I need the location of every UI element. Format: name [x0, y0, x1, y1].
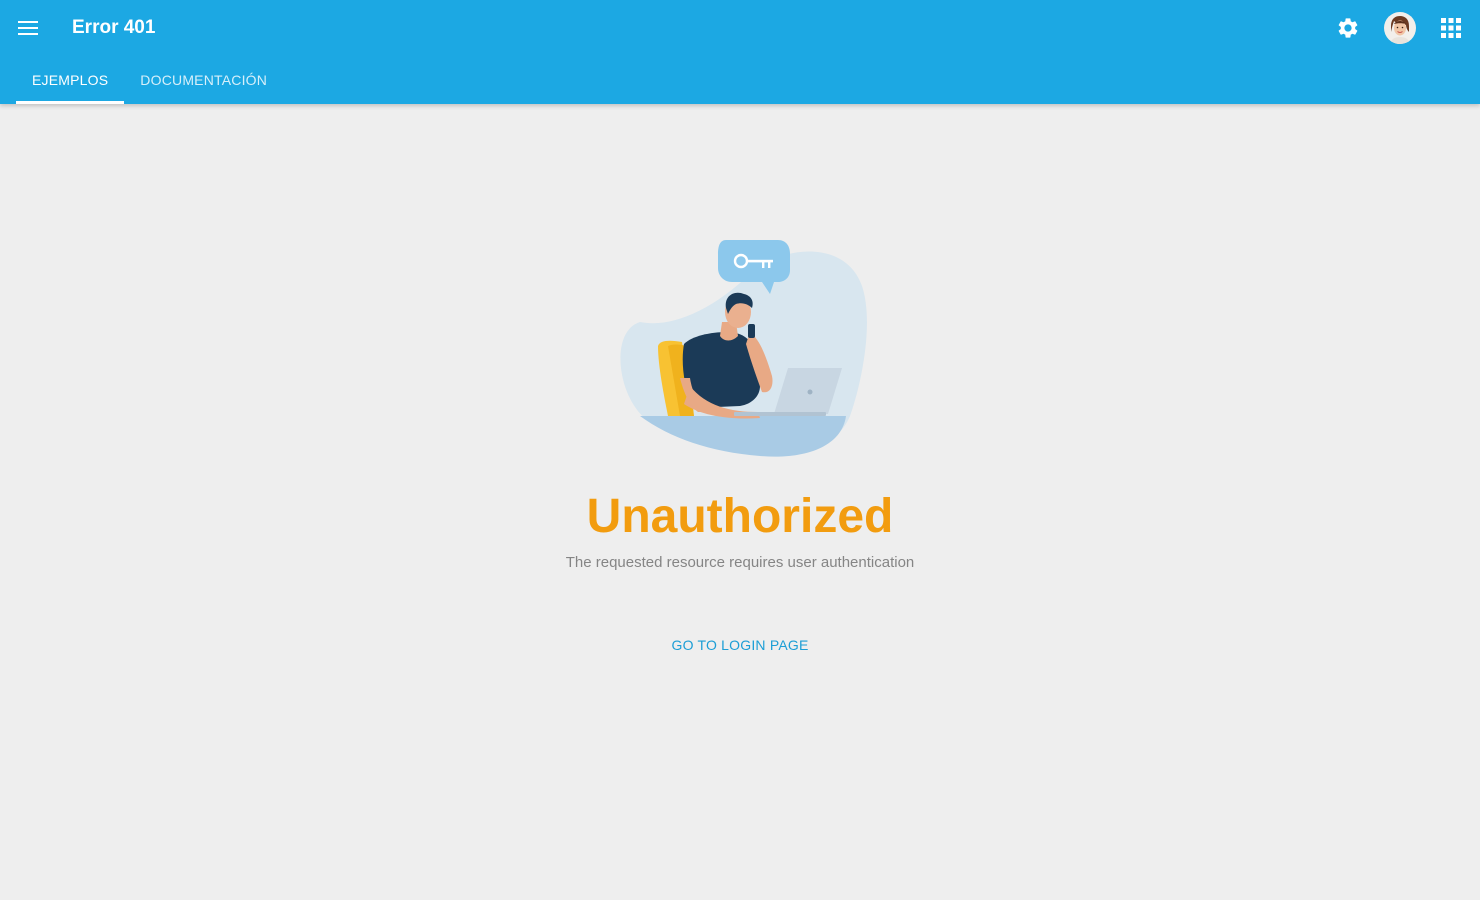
- app-bar: Error 401 EJEMPLOS DOCUMENTACIÓN: [0, 0, 1480, 104]
- error-title: Unauthorized: [586, 490, 894, 543]
- settings-button[interactable]: [1328, 8, 1368, 48]
- phone: [748, 324, 755, 338]
- apps-grid-icon: [1441, 18, 1461, 38]
- tab-documentacion[interactable]: DOCUMENTACIÓN: [124, 56, 283, 104]
- menu-icon: [18, 21, 38, 35]
- tab-bar: EJEMPLOS DOCUMENTACIÓN: [16, 56, 283, 104]
- unauthorized-illustration: [620, 240, 867, 457]
- gear-icon: [1338, 18, 1358, 38]
- user-avatar[interactable]: [1384, 12, 1416, 44]
- desk-surface: [640, 416, 846, 457]
- toolbar: Error 401: [0, 0, 1480, 56]
- user-avatar-image: [1384, 12, 1416, 44]
- page-title: Error 401: [72, 17, 156, 38]
- go-to-login-button[interactable]: GO TO LOGIN PAGE: [660, 626, 820, 664]
- apps-button[interactable]: [1431, 8, 1471, 48]
- menu-button[interactable]: [8, 8, 48, 48]
- error-message: The requested resource requires user aut…: [565, 554, 915, 571]
- tab-ejemplos[interactable]: EJEMPLOS: [16, 56, 125, 104]
